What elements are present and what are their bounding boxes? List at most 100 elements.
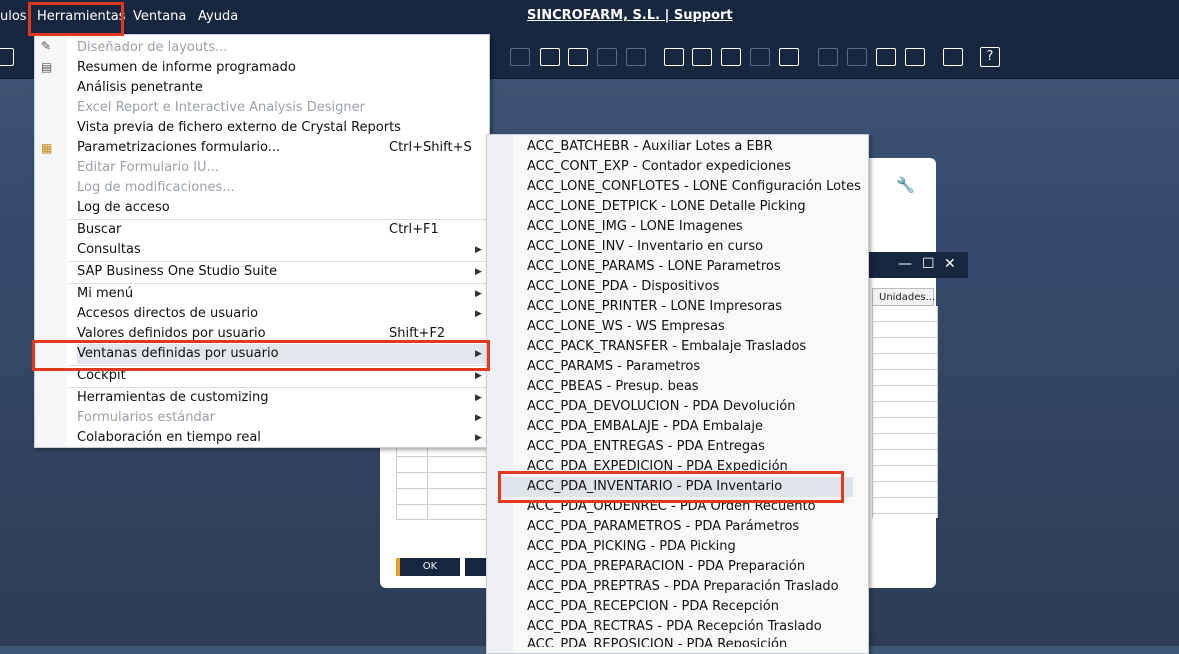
submenu-item[interactable]: ACC_LONE_PDA - Dispositivos	[527, 277, 867, 297]
menu-item-label: Colaboración en tiempo real	[77, 430, 261, 445]
messages-icon[interactable]	[626, 48, 646, 66]
menu-item-label: SAP Business One Studio Suite	[77, 264, 278, 279]
chevron-right-icon: ▶	[475, 433, 482, 443]
close-icon[interactable]: ✕	[944, 256, 956, 272]
pencil-icon: ✎	[41, 39, 52, 53]
menu-item-herramientas-customizing[interactable]: Herramientas de customizing ▶	[77, 388, 489, 408]
menu-modulos[interactable]: ulos	[0, 9, 27, 24]
chevron-right-icon: ▶	[475, 245, 482, 255]
ok-button[interactable]: OK	[396, 558, 460, 576]
highlight-herramientas	[28, 2, 124, 36]
user-icon[interactable]	[779, 48, 799, 66]
column-header-unidades[interactable]: Unidades...	[872, 288, 935, 306]
menu-item-mi-menu[interactable]: Mi menú ▶	[77, 284, 489, 304]
submenu-item[interactable]: ACC_CONT_EXP - Contador expediciones	[527, 157, 867, 177]
filter-doc-icon[interactable]	[847, 48, 867, 66]
chart-icon[interactable]	[905, 48, 925, 66]
submenu-item[interactable]: ACC_LONE_PARAMS - LONE Parametros	[527, 257, 867, 277]
submenu-item[interactable]: ACC_LONE_INV - Inventario en curso	[527, 237, 867, 257]
menu-item-studio-suite[interactable]: SAP Business One Studio Suite ▶	[77, 262, 489, 282]
maximize-icon[interactable]: ☐	[922, 256, 935, 272]
submenu-item[interactable]: ACC_PBEAS - Presup. beas	[527, 377, 867, 397]
web-icon[interactable]	[943, 48, 963, 66]
submenu-item[interactable]: ACC_LONE_WS - WS Empresas	[527, 317, 867, 337]
submenu-item[interactable]: ACC_PDA_PICKING - PDA Picking	[527, 537, 867, 557]
submenu-item[interactable]: ACC_LONE_CONFLOTES - LONE Configuración …	[527, 177, 867, 197]
menu-item-resumen-informe[interactable]: Resumen de informe programado	[77, 58, 489, 78]
submenu-item[interactable]: ACC_PDA_ENTREGAS - PDA Entregas	[527, 437, 867, 457]
submenu-item[interactable]: ACC_PDA_DEVOLUCION - PDA Devolución	[527, 397, 867, 417]
company-support-link[interactable]: SINCROFARM, S.L. | Support	[527, 8, 733, 23]
menu-ayuda[interactable]: Ayuda	[198, 9, 238, 24]
submenu-item[interactable]: ACC_LONE_IMG - LONE Imagenes	[527, 217, 867, 237]
ventanas-definidas-submenu: ACC_BATCHEBR - Auxiliar Lotes a EBR ACC_…	[486, 134, 869, 654]
submenu-item[interactable]: ACC_PDA_EMBALAJE - PDA Embalaje	[527, 417, 867, 437]
chevron-right-icon: ▶	[475, 413, 482, 423]
submenu-item[interactable]: ACC_PARAMS - Parametros	[527, 357, 867, 377]
menu-item-buscar[interactable]: Buscar Ctrl+F1	[77, 220, 489, 240]
menu-item-label: Log de acceso	[77, 200, 170, 215]
menu-item-disenador-layouts[interactable]: Diseñador de layouts...	[77, 38, 489, 58]
submenu-item[interactable]: ACC_LONE_DETPICK - LONE Detalle Picking	[527, 197, 867, 217]
minimize-icon[interactable]: —	[898, 256, 912, 272]
menu-item-parametrizaciones[interactable]: Parametrizaciones formulario... Ctrl+Shif…	[77, 138, 489, 158]
message-icon[interactable]	[597, 48, 617, 66]
cancel-button[interactable]	[465, 558, 487, 576]
menu-item-shortcut: Ctrl+F1	[389, 222, 439, 237]
info-icon[interactable]	[664, 48, 684, 66]
edit-icon[interactable]	[510, 48, 530, 66]
menu-item-colaboracion[interactable]: Colaboración en tiempo real ▶	[77, 428, 489, 448]
submenu-item[interactable]: ACC_PDA_RECEPCION - PDA Recepción	[527, 597, 867, 617]
menu-icon-gutter	[35, 35, 67, 447]
chevron-right-icon: ▶	[475, 289, 482, 299]
toolbar-icon[interactable]	[0, 48, 14, 66]
menu-item-formularios-estandar[interactable]: Formularios estándar ▶	[77, 408, 489, 428]
menu-item-analisis-penetrante[interactable]: Análisis penetrante	[77, 78, 489, 98]
submenu-item[interactable]: ACC_PDA_REPOSICION - PDA Reposición	[527, 635, 867, 647]
grid-left	[396, 440, 488, 520]
menu-item-label: Vista previa de fichero externo de Cryst…	[77, 120, 401, 135]
menu-item-log-modificaciones[interactable]: Log de modificaciones...	[77, 178, 489, 198]
chevron-right-icon: ▶	[475, 393, 482, 403]
herramientas-dropdown: ✎ ▤ ▦ Diseñador de layouts... Resumen de…	[34, 34, 490, 448]
settings-doc-icon[interactable]	[540, 48, 560, 66]
menu-item-label: Mi menú	[77, 286, 134, 301]
submenu-item[interactable]: ACC_BATCHEBR - Auxiliar Lotes a EBR	[527, 137, 867, 157]
menu-item-label: Buscar	[77, 222, 122, 237]
print-info-icon[interactable]	[692, 48, 712, 66]
menu-item-label: Accesos directos de usuario	[77, 306, 259, 321]
wrench-icon[interactable]: 🔧	[896, 176, 915, 194]
export-icon[interactable]	[876, 48, 896, 66]
menu-ventana[interactable]: Ventana	[133, 9, 186, 24]
menu-item-log-acceso[interactable]: Log de acceso	[77, 198, 489, 218]
help-icon[interactable]: ?	[980, 47, 1000, 67]
submenu-item[interactable]: ACC_PDA_RECTRAS - PDA Recepción Traslado	[527, 617, 867, 637]
menu-bar: ulos Herramientas Ventana Ayuda SINCROFA…	[0, 0, 1179, 34]
menu-item-label: Formularios estándar	[77, 410, 216, 425]
submenu-item[interactable]: ACC_PDA_PARAMETROS - PDA Parámetros	[527, 517, 867, 537]
menu-item-consultas[interactable]: Consultas ▶	[77, 240, 489, 260]
calculator-icon[interactable]	[721, 48, 741, 66]
menu-item-editar-formulario[interactable]: Editar Formulario IU...	[77, 158, 489, 178]
menu-item-crystal-preview[interactable]: Vista previa de fichero externo de Cryst…	[77, 118, 489, 138]
submenu-item[interactable]: ACC_PDA_PREPARACION - PDA Preparación	[527, 557, 867, 577]
menu-item-label: Resumen de informe programado	[77, 60, 296, 75]
menu-item-label: Excel Report e Interactive Analysis Desi…	[77, 100, 366, 115]
doc-gear-icon[interactable]	[568, 48, 588, 66]
highlight-pda-inventario	[498, 471, 844, 503]
submenu-icon-gutter	[487, 135, 513, 653]
menu-item-label: Log de modificaciones...	[77, 180, 235, 195]
submenu-item[interactable]: ACC_LONE_PRINTER - LONE Impresoras	[527, 297, 867, 317]
submenu-item[interactable]: ACC_PACK_TRANSFER - Embalaje Traslados	[527, 337, 867, 357]
menu-item-shortcut: Ctrl+Shift+S	[389, 140, 472, 155]
submenu-item[interactable]: ACC_PDA_PREPTRAS - PDA Preparación Trasl…	[527, 577, 867, 597]
menu-item-label: Análisis penetrante	[77, 80, 203, 95]
highlight-ventanas-definidas	[32, 340, 490, 371]
menu-item-label: Herramientas de customizing	[77, 390, 269, 405]
menu-item-label: Editar Formulario IU...	[77, 160, 219, 175]
menu-item-excel-report[interactable]: Excel Report e Interactive Analysis Desi…	[77, 98, 489, 118]
refresh-doc-icon[interactable]	[818, 48, 838, 66]
menu-item-label: Consultas	[77, 242, 141, 257]
menu-item-accesos-directos[interactable]: Accesos directos de usuario ▶	[77, 304, 489, 324]
users-icon[interactable]	[750, 48, 770, 66]
